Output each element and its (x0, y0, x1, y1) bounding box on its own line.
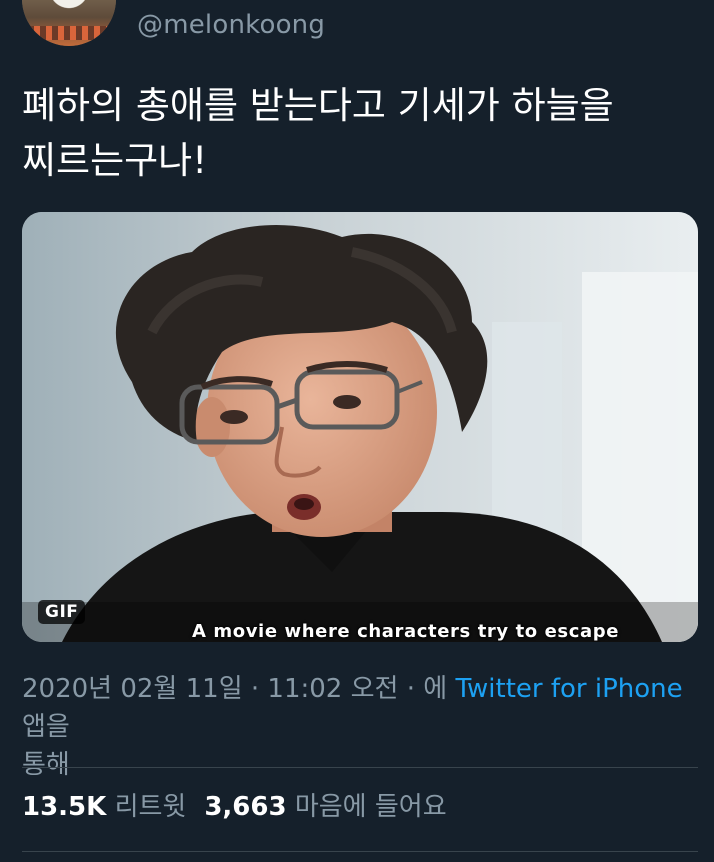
timestamp: 2020년 02월 11일 · 11:02 오전 · 에 (22, 674, 448, 704)
author-handle[interactable]: @melonkoong (137, 10, 325, 40)
retweets-count: 13.5K (22, 792, 107, 822)
likes-count: 3,663 (204, 792, 287, 822)
source-suffix-2: 통해 (22, 750, 70, 780)
likes-label: 마음에 들어요 (294, 792, 447, 822)
engagement-stats: 13.5K 리트윗 3,663 마음에 들어요 (22, 786, 447, 823)
gif-frame-image (22, 212, 698, 642)
tweet-text-line-1: 폐하의 총애를 받는다고 기세가 하늘을 (22, 84, 614, 127)
tweet-media-gif[interactable]: GIF A movie where characters try to esca… (22, 212, 698, 642)
source-link[interactable]: Twitter for iPhone (455, 674, 682, 704)
retweets-stat[interactable]: 13.5K 리트윗 (22, 792, 186, 822)
avatar-decoration (22, 26, 116, 40)
source-suffix-1: 앱을 (22, 712, 70, 742)
retweets-label: 리트윗 (114, 792, 187, 822)
divider-bottom (22, 851, 698, 852)
avatar[interactable] (22, 0, 116, 46)
video-subtitle: A movie where characters try to escape (192, 621, 620, 642)
tweet-text: 폐하의 총애를 받는다고 기세가 하늘을찌르는구나! (22, 78, 682, 188)
likes-stat[interactable]: 3,663 마음에 들어요 (204, 792, 446, 822)
tweet-detail-screen: @melonkoong 폐하의 총애를 받는다고 기세가 하늘을찌르는구나! (0, 0, 714, 862)
tweet-text-line-2: 찌르는구나! (22, 139, 208, 182)
divider-top (22, 767, 698, 768)
gif-badge: GIF (38, 600, 86, 624)
